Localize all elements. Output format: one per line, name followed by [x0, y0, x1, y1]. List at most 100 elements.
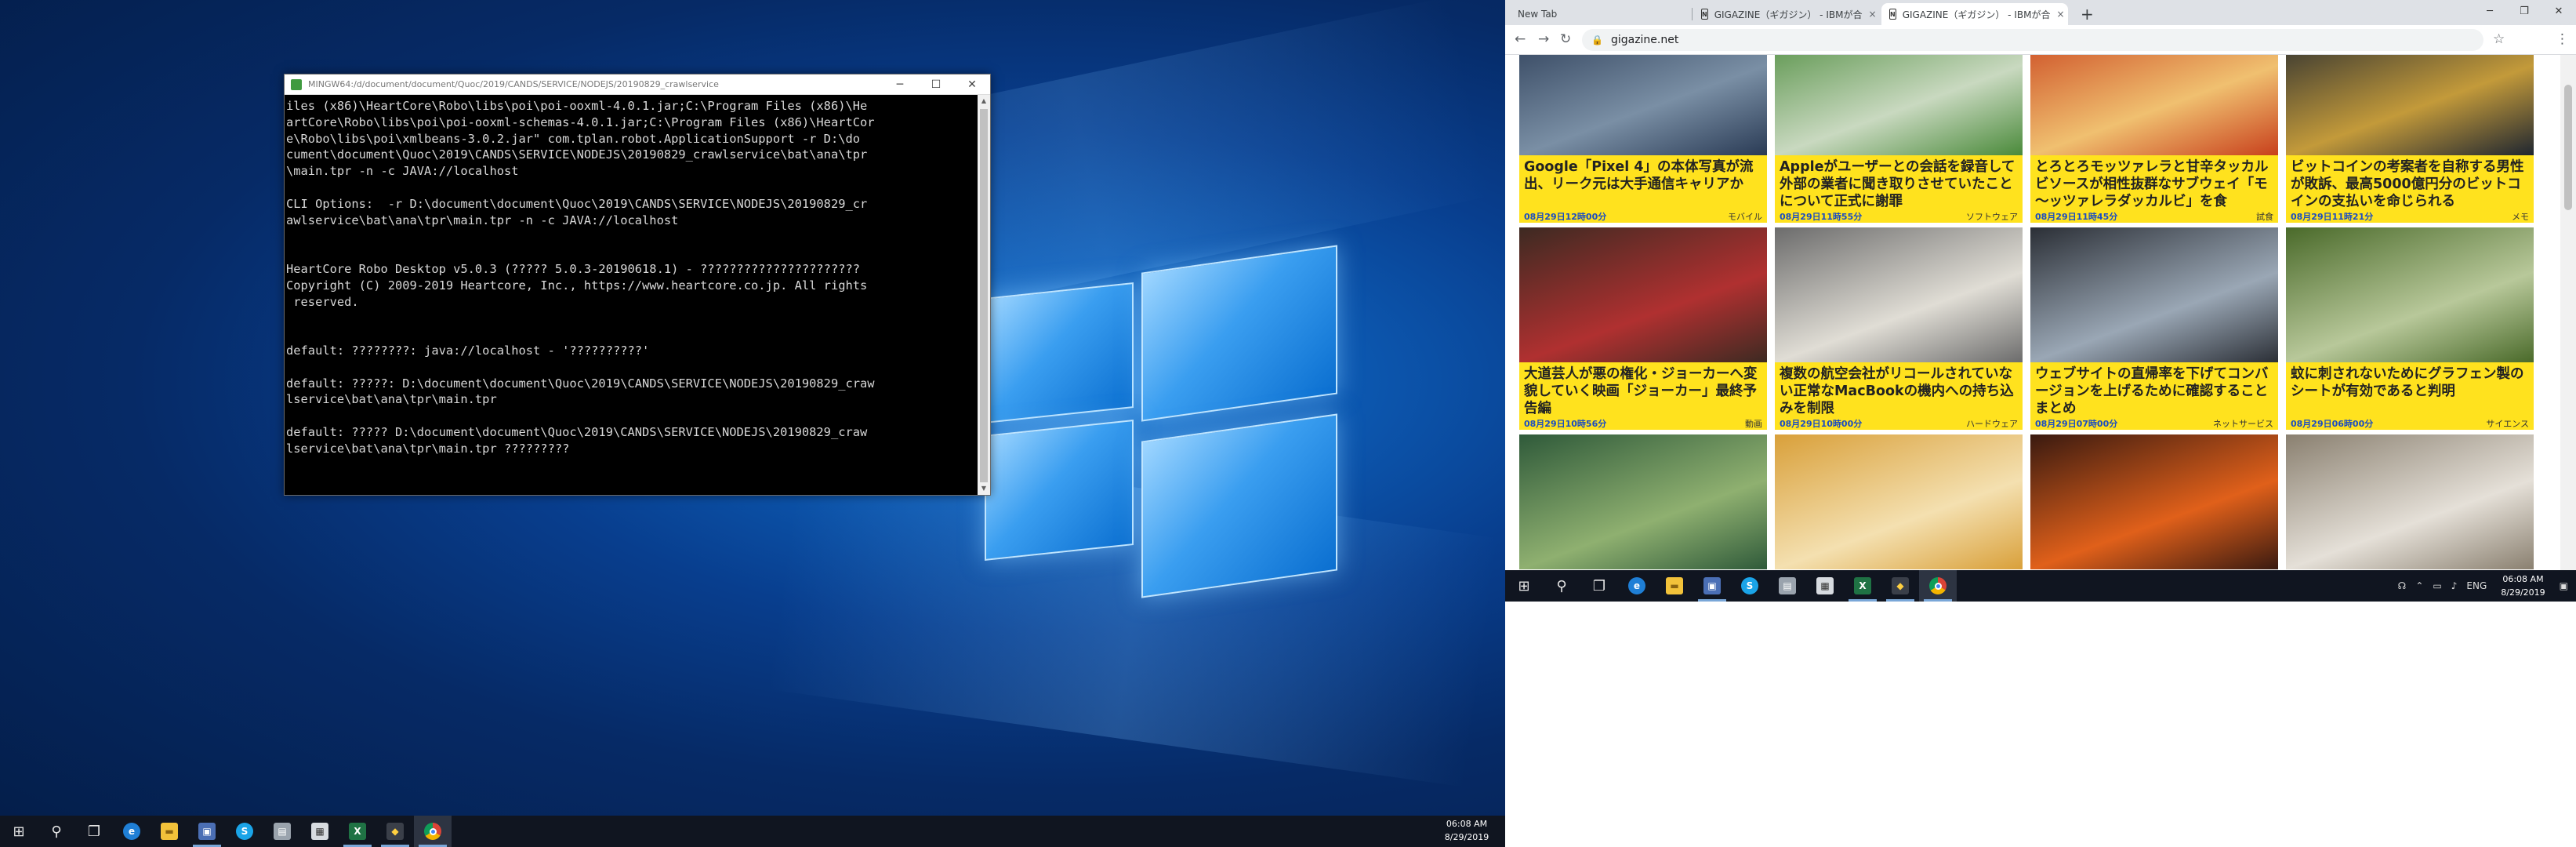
article-title[interactable]: Google「Pixel 4」の本体写真が流出、リーク元は大手通信キャリアか [1519, 155, 1767, 210]
maximize-button[interactable]: ☐ [918, 75, 954, 95]
article-card[interactable]: 大道芸人が悪の権化・ジョーカーへ変貌していく映画「ジョーカー」最終予告編 08月2… [1519, 227, 1767, 430]
article-title[interactable]: ウェブサイトの直帰率を下げてコンバージョンを上げるために確認することまとめ [2030, 362, 2278, 417]
notepad-taskbar-button[interactable]: ▦ [301, 816, 339, 847]
article-card[interactable] [2286, 434, 2534, 569]
address-bar[interactable]: 🔒 gigazine.net [1582, 29, 2483, 51]
article-category[interactable]: ネットサービス [2213, 417, 2273, 430]
article-card[interactable] [1775, 434, 2023, 569]
tab-gigazine-2[interactable]: N GIGAZINE（ギガジン） - IBMが合 × [1881, 3, 2068, 25]
chrome-taskbar-button[interactable] [414, 816, 452, 847]
scrollbar-thumb[interactable] [2564, 85, 2572, 210]
chrome-menu-icon[interactable]: ⋮ [2556, 31, 2569, 47]
robo-taskbar-button[interactable]: ◆ [1881, 570, 1919, 602]
page-scrollbar[interactable] [2560, 55, 2576, 573]
terminal-titlebar[interactable]: MINGW64:/d/document/document/Quoc/2019/C… [285, 75, 990, 95]
article-thumbnail[interactable] [1775, 55, 2023, 155]
volume-icon[interactable]: ♪ [2451, 580, 2458, 591]
article-thumbnail[interactable] [2030, 434, 2278, 569]
article-category[interactable]: 動画 [1745, 417, 1762, 430]
tab-close-icon[interactable]: × [1862, 9, 1876, 20]
taskbar-clock[interactable]: 06:08 AM 8/29/2019 [1431, 817, 1502, 844]
article-category[interactable]: 試食 [2256, 210, 2273, 223]
article-thumbnail[interactable] [2286, 434, 2534, 569]
article-thumbnail[interactable] [2030, 227, 2278, 362]
article-category[interactable]: ソフトウェア [1966, 210, 2018, 223]
start-button[interactable]: ⊞ [0, 816, 38, 847]
notification-icon[interactable]: ▣ [2560, 580, 2568, 591]
article-thumbnail[interactable] [1775, 227, 2023, 362]
explorer-taskbar-button[interactable]: ▬ [1656, 570, 1693, 602]
tab-gigazine-1[interactable]: N GIGAZINE（ギガジン） - IBMが合 × [1693, 3, 1880, 25]
robo-taskbar-button[interactable]: ◆ [376, 816, 414, 847]
article-thumbnail[interactable] [1519, 434, 1767, 569]
article-thumbnail[interactable] [1519, 55, 1767, 155]
article-thumbnail[interactable] [1775, 434, 2023, 569]
article-card[interactable]: Appleがユーザーとの会話を録音して外部の業者に聞き取りさせていたことについて… [1775, 55, 2023, 223]
article-card[interactable]: ビットコインの考案者を自称する男性が敗訴、最高5000億円分のビットコインの支払… [2286, 55, 2534, 223]
scrollbar-thumb[interactable] [980, 109, 988, 482]
back-icon[interactable]: ← [1515, 31, 1526, 47]
gigazine-page[interactable]: Google「Pixel 4」の本体写真が流出、リーク元は大手通信キャリアか 08… [1505, 55, 2560, 573]
terminal-window[interactable]: MINGW64:/d/document/document/Quoc/2019/C… [284, 74, 991, 496]
tab-close-icon[interactable]: × [2050, 9, 2064, 20]
article-category[interactable]: モバイル [1728, 210, 1762, 223]
restore-button[interactable]: ❐ [2507, 0, 2542, 22]
excel-taskbar-button[interactable]: X [339, 816, 376, 847]
close-button[interactable]: ✕ [954, 75, 990, 95]
bookmark-star-icon[interactable]: ☆ [2493, 31, 2505, 47]
article-thumbnail[interactable] [2030, 55, 2278, 155]
taskbar-clock[interactable]: 06:08 AM 8/29/2019 [2501, 573, 2545, 599]
article-category[interactable]: メモ [2512, 210, 2529, 223]
article-category[interactable]: ハードウェア [1966, 417, 2018, 430]
chrome-taskbar-button[interactable] [1919, 570, 1957, 602]
article-card[interactable]: とろとろモッツァレラと甘辛タッカルビソースが相性抜群なサブウェイ「モ～ッツァレラ… [2030, 55, 2278, 223]
article-card[interactable] [2030, 434, 2278, 569]
article-thumbnail[interactable] [2286, 55, 2534, 155]
show-hidden-icon[interactable]: ⌃ [2415, 580, 2423, 591]
minimize-button[interactable]: ─ [882, 75, 918, 95]
article-card[interactable]: 蚊に刺されないためにグラフェン製のシートが有効であると判明 08月29日06時00… [2286, 227, 2534, 430]
close-button[interactable]: ✕ [2542, 0, 2576, 22]
tab-new-tab[interactable]: New Tab [1510, 3, 1692, 25]
article-title[interactable]: Appleがユーザーとの会話を録音して外部の業者に聞き取りさせていたことについて… [1775, 155, 2023, 210]
scroll-down-icon[interactable]: ▼ [978, 482, 990, 495]
article-title[interactable]: 大道芸人が悪の権化・ジョーカーへ変貌していく映画「ジョーカー」最終予告編 [1519, 362, 1767, 417]
excel-taskbar-button[interactable]: X [1844, 570, 1881, 602]
task-view-button[interactable]: ❐ [1580, 570, 1618, 602]
article-category[interactable]: サイエンス [2486, 417, 2529, 430]
edge-taskbar-button[interactable]: e [113, 816, 151, 847]
terminal-scrollbar[interactable]: ▲ ▼ [978, 95, 990, 495]
article-thumbnail[interactable] [2286, 227, 2534, 362]
skype-taskbar-button[interactable]: S [1731, 570, 1769, 602]
article-title[interactable]: 複数の航空会社がリコールされていない正常なMacBookの機内への持ち込みを制限 [1775, 362, 2023, 417]
search-button[interactable]: ⚲ [38, 816, 75, 847]
new-tab-button[interactable]: + [2081, 5, 2094, 24]
app-taskbar-button[interactable]: ▣ [188, 816, 226, 847]
article-thumbnail[interactable] [1519, 227, 1767, 362]
skype-taskbar-button[interactable]: S [226, 816, 263, 847]
article-card[interactable]: 複数の航空会社がリコールされていない正常なMacBookの機内への持ち込みを制限… [1775, 227, 2023, 430]
minimize-button[interactable]: ─ [2473, 0, 2507, 22]
article-title[interactable]: とろとろモッツァレラと甘辛タッカルビソースが相性抜群なサブウェイ「モ～ッツァレラ… [2030, 155, 2278, 210]
forward-icon[interactable]: → [1538, 31, 1549, 47]
person-icon[interactable]: ☊ [2398, 580, 2407, 591]
app-taskbar-button[interactable]: ▣ [1693, 570, 1731, 602]
network-icon[interactable]: ▭ [2433, 580, 2441, 591]
article-card[interactable]: Google「Pixel 4」の本体写真が流出、リーク元は大手通信キャリアか 08… [1519, 55, 1767, 223]
search-button[interactable]: ⚲ [1543, 570, 1580, 602]
terminal-output[interactable]: iles (x86)\HeartCore\Robo\libs\poi\poi-o… [285, 95, 978, 495]
task-view-button[interactable]: ❐ [75, 816, 113, 847]
notepad-taskbar-button[interactable]: ▦ [1806, 570, 1844, 602]
article-card[interactable]: ウェブサイトの直帰率を下げてコンバージョンを上げるために確認することまとめ 08月… [2030, 227, 2278, 430]
language-indicator[interactable]: ENG [2466, 580, 2487, 591]
start-button[interactable]: ⊞ [1505, 570, 1543, 602]
app2-taskbar-button[interactable]: ▤ [1769, 570, 1806, 602]
article-title[interactable]: 蚊に刺されないためにグラフェン製のシートが有効であると判明 [2286, 362, 2534, 417]
edge-taskbar-button[interactable]: e [1618, 570, 1656, 602]
app2-taskbar-button[interactable]: ▤ [263, 816, 301, 847]
reload-icon[interactable]: ↻ [1560, 31, 1571, 47]
article-card[interactable] [1519, 434, 1767, 569]
explorer-taskbar-button[interactable]: ▬ [151, 816, 188, 847]
scroll-up-icon[interactable]: ▲ [978, 95, 990, 107]
article-title[interactable]: ビットコインの考案者を自称する男性が敗訴、最高5000億円分のビットコインの支払… [2286, 155, 2534, 210]
